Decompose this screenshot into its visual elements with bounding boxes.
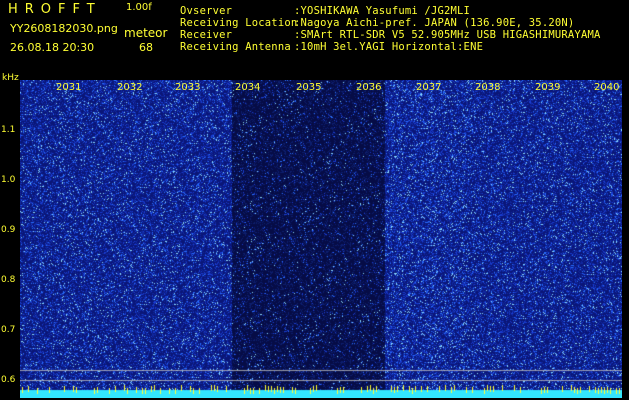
x-tick-label: 2039 (535, 82, 561, 93)
info-key: Receiving Location (180, 17, 298, 29)
info-key: Ovserver (180, 5, 233, 17)
y-axis-unit: kHz (2, 73, 19, 83)
info-value: :SMArt RTL-SDR V5 52.905MHz USB HIGASHIM… (294, 29, 601, 41)
spectrogram-plot (20, 80, 622, 398)
x-tick-label: 2038 (475, 82, 501, 93)
info-key: Receiver (180, 29, 233, 41)
info-value: :10mH 3el.YAGI Horizontal:ENE (294, 41, 484, 53)
x-tick-label: 2033 (175, 82, 201, 93)
date-time: 26.08.18 20:30 (10, 41, 95, 54)
info-key: Receiving Antenna (180, 41, 291, 53)
app-name: HROFFT (8, 2, 102, 17)
info-value: :YOSHIKAWA Yasufumi /JG2MLI (294, 5, 471, 17)
meteor-label: meteor (124, 26, 168, 40)
y-tick-label: 1.1 (1, 125, 16, 135)
x-tick-label: 2031 (56, 82, 82, 93)
app-version: 1.00f (126, 2, 152, 13)
x-tick-label: 2035 (296, 82, 322, 93)
file-name: YY2608182030.png (10, 22, 118, 35)
y-tick-label: 0.6 (1, 375, 16, 385)
info-value: :Nagoya Aichi-pref. JAPAN (136.90E, 35.2… (294, 17, 575, 29)
x-tick-label: 2032 (117, 82, 143, 93)
y-tick-label: 1.0 (1, 175, 16, 185)
x-tick-label: 2040 (594, 82, 620, 93)
y-tick-label: 0.9 (1, 225, 16, 235)
spectrogram-window: { "header": { "app_name": "HROFFT", "ver… (0, 0, 629, 400)
x-tick-label: 2034 (235, 82, 261, 93)
meteor-count: 68 (139, 41, 153, 54)
y-tick-label: 0.8 (1, 275, 16, 285)
x-tick-label: 2036 (356, 82, 382, 93)
y-tick-label: 0.7 (1, 325, 16, 335)
x-tick-label: 2037 (416, 82, 442, 93)
